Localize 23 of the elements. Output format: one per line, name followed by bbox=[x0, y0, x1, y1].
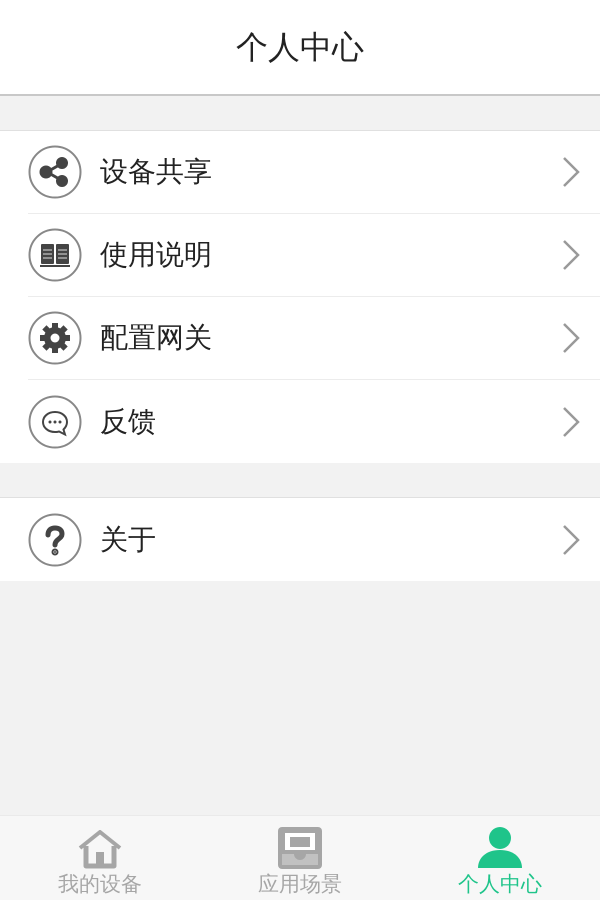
menu-item-label: 使用说明 bbox=[100, 237, 213, 273]
chevron-right-icon bbox=[562, 239, 580, 271]
share-icon bbox=[28, 145, 82, 199]
menu-item[interactable]: 配置网关 bbox=[28, 297, 600, 380]
gear-icon bbox=[28, 311, 82, 365]
home-icon bbox=[77, 830, 123, 870]
person-icon bbox=[477, 826, 523, 870]
book-icon bbox=[28, 228, 82, 282]
menu-item[interactable]: 反馈 bbox=[28, 380, 600, 463]
menu-item[interactable]: 设备共享 bbox=[28, 131, 600, 214]
chat-icon bbox=[28, 394, 82, 448]
chevron-right-icon bbox=[562, 322, 580, 354]
tray-icon bbox=[277, 826, 323, 870]
menu-item-label: 配置网关 bbox=[100, 320, 213, 356]
menu-item[interactable]: 使用说明 bbox=[28, 214, 600, 297]
menu-item-label: 反馈 bbox=[100, 404, 157, 440]
chevron-right-icon bbox=[562, 524, 580, 556]
page-title: 个人中心 bbox=[236, 27, 364, 68]
menu-item-label: 设备共享 bbox=[100, 154, 213, 190]
chevron-right-icon bbox=[562, 156, 580, 188]
menu-item-label: 关于 bbox=[100, 522, 157, 558]
chevron-right-icon bbox=[562, 406, 580, 438]
help-icon bbox=[28, 512, 82, 566]
